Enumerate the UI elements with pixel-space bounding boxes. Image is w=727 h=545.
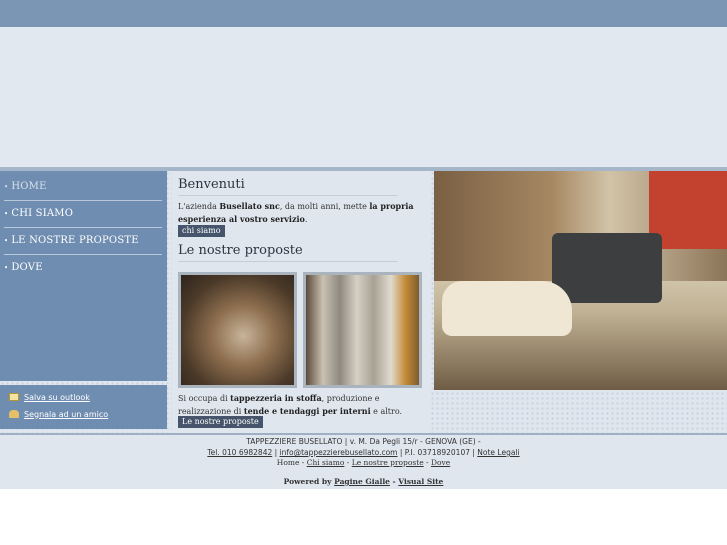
upholstery-thumbnail[interactable] <box>178 272 297 388</box>
proposals-title: Le nostre proposte <box>178 243 303 258</box>
text-fragment: Si occupa di <box>178 394 231 403</box>
nav-item-label: CHI SIAMO <box>11 208 74 219</box>
welcome-title: Benvenuti <box>178 177 245 192</box>
nav-item-chi-siamo[interactable]: • CHI SIAMO <box>4 200 162 227</box>
save-outlook-link[interactable]: Salva su outlook <box>9 390 90 404</box>
proposals-text: Si occupa di tappezzeria in stoffa, prod… <box>178 392 428 418</box>
top-bar <box>0 0 727 27</box>
title-underline <box>178 261 398 262</box>
page-bottom <box>0 489 727 545</box>
nav-item-label: DOVE <box>11 262 43 273</box>
footer-link-proposte[interactable]: Le nostre proposte <box>352 458 424 467</box>
company-name: Busellato snc <box>219 201 280 211</box>
nav-bullet: • <box>4 182 9 191</box>
photo-fabric <box>442 281 572 336</box>
separator: - <box>299 458 307 467</box>
powered-label: Powered by <box>283 477 335 486</box>
pagine-gialle-link[interactable]: Pagine Gialle <box>334 477 390 486</box>
content-column: Benvenuti L'azienda Busellato snc, da mo… <box>172 171 429 433</box>
nav-item-dove[interactable]: • DOVE <box>4 254 162 281</box>
text-fragment: L'azienda <box>178 202 220 211</box>
nav-item-home[interactable]: • HOME <box>4 173 162 200</box>
text-fragment: . <box>304 215 308 224</box>
footer-link-dove[interactable]: Dove <box>431 458 450 467</box>
title-underline <box>178 195 398 196</box>
sewing-machine <box>552 233 662 303</box>
sidebar-nav: • HOME • CHI SIAMO • LE NOSTRE PROPOSTE … <box>0 171 167 381</box>
header-banner <box>0 27 727 167</box>
emphasis-text: tende e tendaggi per interni <box>243 406 371 416</box>
separator: - <box>423 458 431 467</box>
nav-item-proposte[interactable]: • LE NOSTRE PROPOSTE <box>4 227 162 254</box>
save-outlook-label: Salva su outlook <box>24 392 90 402</box>
chi-siamo-button[interactable]: chi siamo <box>178 225 225 237</box>
text-fragment: e altro. <box>370 407 403 416</box>
tell-friend-label: Segnala ad un amico <box>24 409 109 419</box>
nav-bullet: • <box>4 209 9 218</box>
nav-bullet: • <box>4 263 9 272</box>
legal-notes-link[interactable]: Note Legali <box>477 448 519 457</box>
tell-friend-link[interactable]: Segnala ad un amico <box>9 407 108 421</box>
emphasis-text: tappezzeria in stoffa <box>230 393 322 403</box>
separator: | <box>272 448 280 457</box>
footer-home: Home <box>276 458 300 467</box>
nav-item-label: HOME <box>11 181 47 192</box>
nav-item-label: LE NOSTRE PROPOSTE <box>11 235 139 246</box>
email-link[interactable]: info@tappezzierebusellato.com <box>280 448 398 457</box>
welcome-text: L'azienda Busellato snc, da molti anni, … <box>178 200 428 226</box>
footer-contacts: Tel. 010 6982842 | info@tappezzierebusel… <box>0 448 727 457</box>
person-icon <box>9 410 19 418</box>
sidebar-tools: Salva su outlook Segnala ad un amico <box>0 385 167 429</box>
mail-icon <box>9 393 19 401</box>
curtains-thumbnail[interactable] <box>303 272 422 388</box>
workshop-photo <box>434 171 727 390</box>
footer: TAPPEZZIERE BUSELLATO | v. M. Da Pegli 1… <box>0 435 727 489</box>
phone-link[interactable]: Tel. 010 6982842 <box>207 448 272 457</box>
proposte-button[interactable]: Le nostre proposte <box>178 416 263 428</box>
text-fragment: , da molti anni, mette <box>279 202 370 211</box>
separator: - <box>344 458 352 467</box>
footer-link-chi-siamo[interactable]: Chi siamo <box>307 458 345 467</box>
vat-number: | P.I. 03718920107 | <box>397 448 478 457</box>
visual-site-link[interactable]: Visual Site <box>398 477 443 486</box>
footer-powered: Powered by Pagine Gialle - Visual Site <box>0 477 727 486</box>
nav-bullet: • <box>4 236 9 245</box>
footer-address: TAPPEZZIERE BUSELLATO | v. M. Da Pegli 1… <box>246 437 481 446</box>
footer-nav: Home - Chi siamo - Le nostre proposte - … <box>0 458 727 467</box>
